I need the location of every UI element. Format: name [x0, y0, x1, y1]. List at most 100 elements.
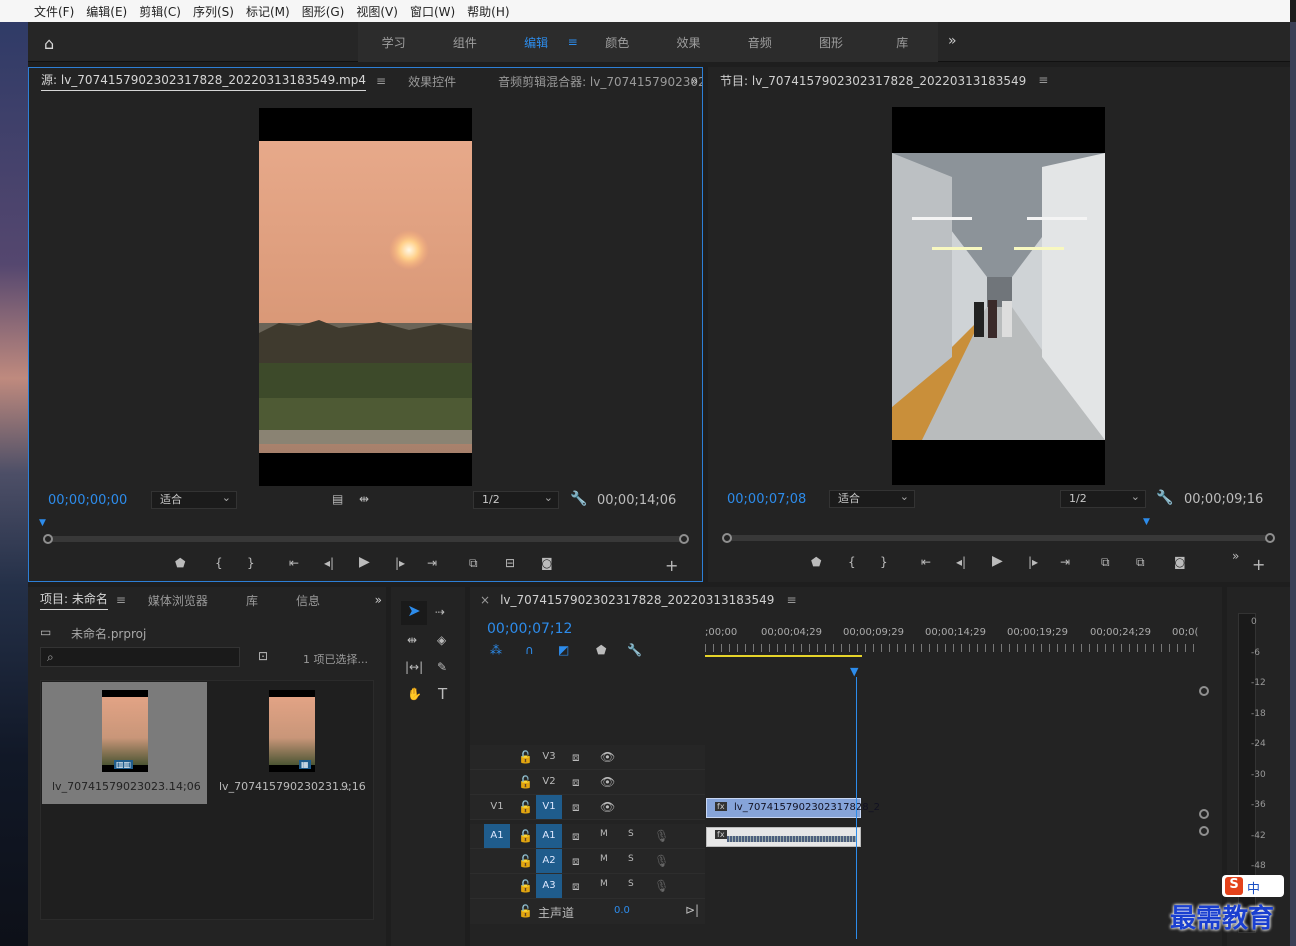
menu-view[interactable]: 视图(V) — [356, 3, 398, 20]
overflow-icon[interactable]: » — [1232, 549, 1239, 563]
ws-audio[interactable]: 音频 — [724, 34, 795, 51]
tab-project[interactable]: 项目: 未命名 — [40, 590, 108, 610]
mic-icon[interactable]: 🎙 — [654, 879, 669, 893]
ws-assembly[interactable]: 组件 — [429, 34, 500, 51]
tab-info[interactable]: 信息 — [296, 592, 320, 609]
marker-icon[interactable]: ⬟ — [811, 555, 821, 569]
hand-icon[interactable]: ✋ — [407, 687, 422, 701]
mute-icon[interactable]: M — [600, 879, 608, 889]
source-scrubber[interactable] — [47, 536, 684, 542]
type-icon[interactable]: T — [438, 685, 447, 703]
menu-graphics[interactable]: 图形(G) — [302, 3, 345, 20]
ws-editing[interactable]: 编辑 — [501, 34, 572, 51]
playhead-marker[interactable]: ▼ — [39, 518, 46, 528]
scroll-handle-right[interactable] — [679, 534, 689, 544]
panel-menu-icon[interactable]: ≡ — [786, 593, 796, 607]
zoom-handle-top[interactable] — [1199, 686, 1209, 696]
overflow-icon[interactable]: » — [375, 593, 382, 607]
mark-out-icon[interactable]: } — [247, 556, 255, 570]
program-timecode[interactable]: 00;00;07;08 — [727, 492, 806, 507]
source-patch-v1[interactable]: V1 — [484, 795, 510, 819]
linked-select-icon[interactable]: ◩ — [558, 643, 569, 657]
a1-clip[interactable]: fx — [706, 827, 861, 847]
overflow-icon[interactable]: » — [691, 74, 698, 88]
close-icon[interactable]: × — [480, 593, 490, 607]
mic-icon[interactable]: 🎙 — [654, 854, 669, 868]
time-ruler[interactable]: ;00;00 00;00;04;29 00;00;09;29 00;00;14;… — [705, 627, 1198, 677]
step-back-icon[interactable]: ◂| — [956, 555, 966, 569]
more-icon[interactable]: » — [948, 33, 957, 49]
step-forward-icon[interactable]: |▸ — [1028, 555, 1038, 569]
menu-file[interactable]: 文件(F) — [34, 3, 74, 20]
ws-learn[interactable]: 学习 — [358, 34, 429, 51]
track-label[interactable]: V1 — [536, 795, 562, 819]
search-input[interactable]: ⌕ — [40, 647, 240, 667]
eye-icon[interactable]: 👁 — [600, 775, 615, 789]
work-area-bar[interactable] — [705, 655, 862, 657]
sync-icon[interactable]: ⧈ — [572, 800, 580, 815]
zoom-handle-bot[interactable] — [1199, 826, 1209, 836]
lock-icon[interactable]: 🔓 — [518, 879, 533, 893]
solo-icon[interactable]: S — [628, 879, 634, 889]
go-to-in-icon[interactable]: ⇤ — [289, 556, 299, 570]
wrench-icon[interactable]: 🔧 — [627, 643, 642, 657]
marker-icon[interactable]: ⬟ — [596, 643, 606, 657]
program-fit-dropdown[interactable]: 适合 — [829, 489, 915, 508]
track-label[interactable]: V2 — [536, 770, 562, 794]
track-select-icon[interactable]: ⇢ — [435, 605, 445, 619]
solo-icon[interactable]: S — [628, 854, 634, 864]
go-to-out-icon[interactable]: ⇥ — [1060, 555, 1070, 569]
mute-icon[interactable]: M — [600, 829, 608, 839]
lock-icon[interactable]: 🔓 — [518, 829, 533, 843]
program-scrubber[interactable] — [726, 535, 1272, 541]
panel-menu-icon[interactable]: ≡ — [1038, 73, 1048, 87]
ws-effects[interactable]: 效果 — [653, 34, 724, 51]
playhead-marker[interactable]: ▼ — [1143, 517, 1150, 527]
eye-icon[interactable]: 👁 — [600, 750, 615, 764]
source-quality-dropdown[interactable]: 1/2 — [473, 490, 559, 509]
ws-menu-icon[interactable]: ≡ — [564, 35, 582, 49]
pen-icon[interactable]: ✎ — [437, 660, 447, 674]
track-label[interactable]: V3 — [536, 745, 562, 769]
menu-help[interactable]: 帮助(H) — [467, 3, 509, 20]
program-quality-dropdown[interactable]: 1/2 — [1060, 489, 1146, 508]
lock-icon[interactable]: 🔓 — [518, 904, 533, 918]
track-label[interactable]: A2 — [536, 849, 562, 873]
step-forward-icon[interactable]: |▸ — [395, 556, 405, 570]
overwrite-icon[interactable]: ⊟ — [505, 556, 515, 570]
eye-icon[interactable]: 👁 — [600, 800, 615, 814]
track-label[interactable]: A1 — [536, 824, 562, 848]
slip-icon[interactable]: |↔| — [405, 660, 423, 674]
marker-icon[interactable]: ⬟ — [175, 556, 185, 570]
menu-clip[interactable]: 剪辑(C) — [139, 3, 181, 20]
sync-icon[interactable]: ⧈ — [572, 854, 580, 869]
lock-icon[interactable]: 🔓 — [518, 750, 533, 764]
tab-program[interactable]: 节目: lv_7074157902302317828_2022031318354… — [720, 72, 1026, 89]
timeline-timecode[interactable]: 00;00;07;12 — [487, 621, 572, 637]
mark-in-icon[interactable]: { — [848, 555, 856, 569]
scroll-handle-right[interactable] — [1265, 533, 1275, 543]
wrench-icon[interactable]: 🔧 — [570, 491, 587, 507]
source-timecode[interactable]: 00;00;00;00 — [48, 493, 127, 508]
razor-icon[interactable]: ◈ — [437, 633, 446, 647]
source-patch-a1[interactable]: A1 — [484, 824, 510, 848]
playhead-marker[interactable]: ▼ — [850, 665, 858, 678]
sync-icon[interactable]: ⧈ — [572, 775, 580, 790]
sync-icon[interactable]: ⧈ — [572, 750, 580, 765]
camera-icon[interactable]: ◙ — [1174, 555, 1186, 569]
scroll-handle-left[interactable] — [43, 534, 53, 544]
insert-clip-icon[interactable]: ⧉ — [469, 556, 478, 571]
go-to-end-icon[interactable]: ⊳| — [685, 903, 699, 917]
ws-libraries[interactable]: 库 — [867, 34, 938, 51]
play-icon[interactable]: ▶ — [992, 553, 1003, 569]
camera-icon[interactable]: ◙ — [541, 556, 553, 570]
new-bin-icon[interactable]: ⊡ — [258, 649, 268, 663]
selection-tool[interactable]: ➤ — [401, 601, 427, 625]
menu-window[interactable]: 窗口(W) — [410, 3, 455, 20]
project-item[interactable]: ▥▥ lv_70741579023023... 14;06 — [42, 682, 207, 804]
sync-icon[interactable]: ⧈ — [572, 879, 580, 894]
film-icon[interactable]: ▤ — [332, 492, 343, 506]
snap-icon[interactable]: ∩ — [525, 643, 534, 657]
insert-icon[interactable]: ⇹ — [359, 492, 369, 506]
source-fit-dropdown[interactable]: 适合 — [151, 490, 237, 509]
